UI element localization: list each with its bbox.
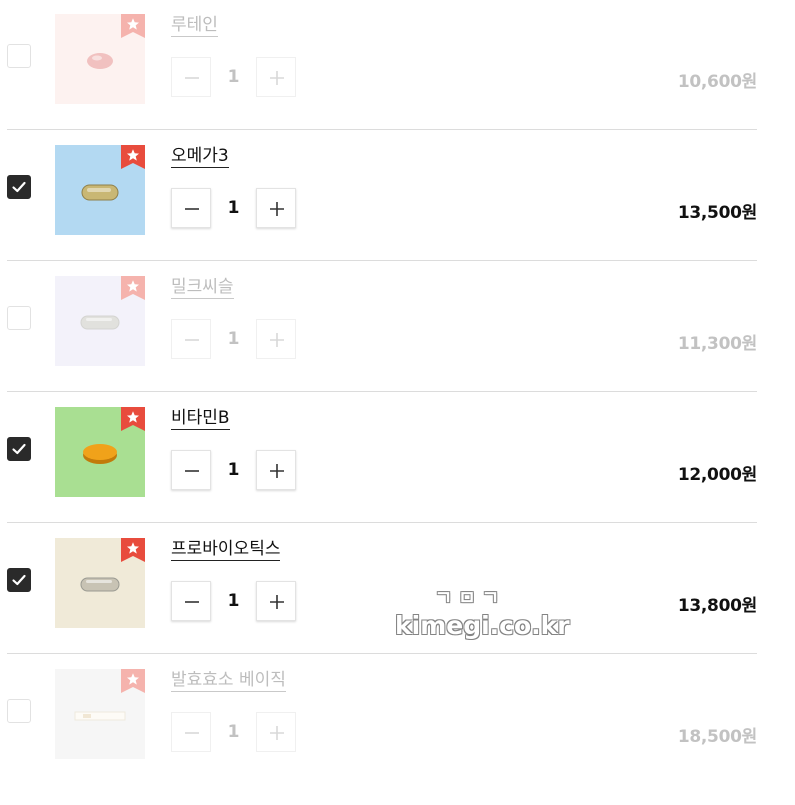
- item-price: 12,000원: [677, 465, 757, 485]
- plus-icon: [270, 202, 284, 216]
- cart-item-row: 루테인 1 10,600원: [7, 0, 757, 130]
- star-icon: [121, 276, 145, 300]
- plus-icon: [270, 333, 284, 347]
- star-icon: [121, 538, 145, 562]
- cart-item-row: 프로바이오틱스 1 13,800원: [7, 524, 757, 654]
- decrease-quantity-button[interactable]: [171, 57, 211, 97]
- increase-quantity-button[interactable]: [256, 188, 296, 228]
- quantity-stepper: 1: [171, 188, 296, 228]
- product-name[interactable]: 발효효소 베이직: [171, 669, 286, 692]
- cart-item-row: 비타민B 1 12,000원: [7, 393, 757, 523]
- plus-icon: [270, 464, 284, 478]
- item-price: 10,600원: [677, 72, 757, 92]
- increase-quantity-button[interactable]: [256, 57, 296, 97]
- increase-quantity-button[interactable]: [256, 450, 296, 490]
- row-divider: [7, 391, 757, 392]
- increase-quantity-button[interactable]: [256, 712, 296, 752]
- star-icon: [121, 145, 145, 169]
- quantity-value: 1: [227, 460, 240, 480]
- watermark-site: kimegi.co.kr: [395, 611, 570, 640]
- plus-icon: [270, 726, 284, 740]
- increase-quantity-button[interactable]: [256, 319, 296, 359]
- check-icon: [12, 443, 26, 455]
- quantity-stepper: 1: [171, 319, 296, 359]
- item-checkbox[interactable]: [7, 44, 31, 68]
- check-icon: [12, 574, 26, 586]
- minus-icon: [185, 77, 199, 79]
- product-name[interactable]: 비타민B: [171, 407, 230, 430]
- item-price: 13,500원: [677, 203, 757, 223]
- item-price: 18,500원: [677, 727, 757, 747]
- row-divider: [7, 653, 757, 654]
- quantity-value: 1: [227, 198, 240, 218]
- star-icon: [121, 14, 145, 38]
- row-divider: [7, 129, 757, 130]
- quantity-value: 1: [227, 67, 240, 87]
- decrease-quantity-button[interactable]: [171, 188, 211, 228]
- minus-icon: [185, 732, 199, 734]
- check-icon: [12, 181, 26, 193]
- cart-item-row: 오메가3 1 13,500원: [7, 131, 757, 261]
- increase-quantity-button[interactable]: [256, 581, 296, 621]
- decrease-quantity-button[interactable]: [171, 450, 211, 490]
- product-image[interactable]: [55, 407, 145, 497]
- item-checkbox[interactable]: [7, 306, 31, 330]
- item-checkbox[interactable]: [7, 437, 31, 461]
- product-image[interactable]: [55, 276, 145, 366]
- decrease-quantity-button[interactable]: [171, 712, 211, 752]
- quantity-stepper: 1: [171, 450, 296, 490]
- decrease-quantity-button[interactable]: [171, 581, 211, 621]
- quantity-stepper: 1: [171, 57, 296, 97]
- plus-icon: [270, 595, 284, 609]
- minus-icon: [185, 470, 199, 472]
- item-checkbox[interactable]: [7, 175, 31, 199]
- minus-icon: [185, 601, 199, 603]
- row-divider: [7, 260, 757, 261]
- product-name[interactable]: 밀크씨슬: [171, 276, 234, 299]
- quantity-value: 1: [227, 722, 240, 742]
- item-checkbox[interactable]: [7, 699, 31, 723]
- cart-item-row: 발효효소 베이직 1 18,500원: [7, 655, 757, 785]
- plus-icon: [270, 71, 284, 85]
- product-image[interactable]: [55, 14, 145, 104]
- minus-icon: [185, 339, 199, 341]
- item-price: 11,300원: [677, 334, 757, 354]
- quantity-stepper: 1: [171, 712, 296, 752]
- product-name[interactable]: 루테인: [171, 14, 218, 37]
- cart-item-row: 밀크씨슬 1 11,300원: [7, 262, 757, 392]
- product-image[interactable]: [55, 145, 145, 235]
- product-image[interactable]: [55, 669, 145, 759]
- star-icon: [121, 407, 145, 431]
- item-checkbox[interactable]: [7, 568, 31, 592]
- item-price: 13,800원: [677, 596, 757, 616]
- product-name[interactable]: 오메가3: [171, 145, 229, 168]
- quantity-stepper: 1: [171, 581, 296, 621]
- quantity-value: 1: [227, 329, 240, 349]
- product-name[interactable]: 프로바이오틱스: [171, 538, 281, 561]
- watermark: ㄱㅁㄱ kimegi.co.kr: [395, 585, 570, 645]
- star-icon: [121, 669, 145, 693]
- minus-icon: [185, 208, 199, 210]
- row-divider: [7, 522, 757, 523]
- product-image[interactable]: [55, 538, 145, 628]
- quantity-value: 1: [227, 591, 240, 611]
- decrease-quantity-button[interactable]: [171, 319, 211, 359]
- watermark-korean: ㄱㅁㄱ: [434, 587, 506, 609]
